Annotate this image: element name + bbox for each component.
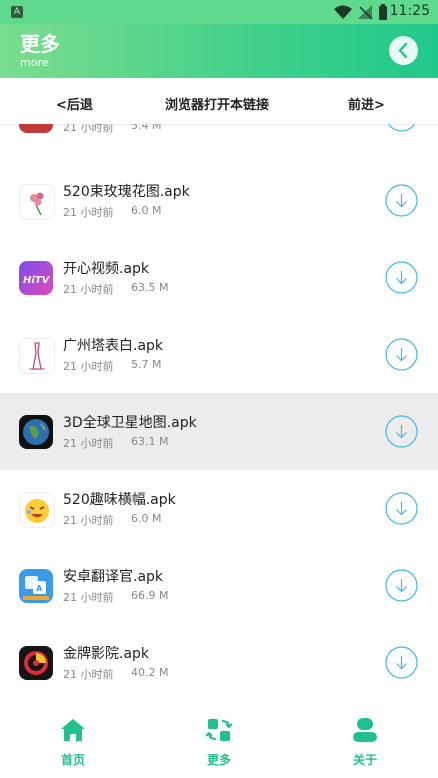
app-header: 更多 more bbox=[0, 24, 438, 78]
file-time: 21 小时前 bbox=[63, 591, 114, 604]
chevron-left-icon bbox=[398, 42, 408, 59]
page-title: 更多 bbox=[20, 32, 60, 56]
file-name: 广州塔表白.apk bbox=[63, 338, 164, 354]
rose-bouquet-icon bbox=[19, 184, 55, 220]
list-item[interactable]: 21 小时前 5.4 M bbox=[0, 124, 438, 154]
file-time: 21 小时前 bbox=[63, 124, 114, 134]
globe-icon bbox=[19, 415, 53, 449]
list-item[interactable]: A 安卓翻译官.apk 21 小时前 66.9 M bbox=[0, 547, 438, 624]
tab-label: 关于 bbox=[352, 753, 377, 767]
browser-nav-bar: <后退 浏览器打开本链接 前进> bbox=[0, 78, 438, 125]
tab-label: 首页 bbox=[60, 753, 85, 767]
file-time: 21 小时前 bbox=[63, 437, 114, 450]
svg-text:HiTV: HiTV bbox=[23, 275, 51, 286]
file-size: 6.0 M bbox=[131, 512, 162, 525]
file-name: 安卓翻译官.apk bbox=[63, 569, 164, 585]
download-icon[interactable] bbox=[385, 569, 418, 602]
tab-about[interactable]: 关于 bbox=[325, 717, 405, 768]
status-bar: A 11:25 bbox=[0, 0, 438, 24]
translator-icon: A bbox=[19, 569, 53, 603]
file-name: 520趣味横幅.apk bbox=[63, 492, 176, 508]
download-icon[interactable] bbox=[385, 338, 418, 371]
list-item[interactable]: 广州塔表白.apk 21 小时前 5.7 M bbox=[0, 316, 438, 393]
file-size: 63.5 M bbox=[131, 281, 169, 294]
notification-icon: A bbox=[11, 6, 23, 18]
file-time: 21 小时前 bbox=[63, 668, 114, 681]
list-item[interactable]: 520束玫瑰花图.apk 21 小时前 6.0 M bbox=[0, 162, 438, 239]
page-subtitle: more bbox=[20, 56, 49, 69]
battery-icon bbox=[379, 4, 387, 20]
file-time: 21 小时前 bbox=[63, 514, 114, 527]
list-item[interactable]: HiTV 开心视频.apk 21 小时前 63.5 M bbox=[0, 239, 438, 316]
open-in-browser-link[interactable]: 浏览器打开本链接 bbox=[165, 94, 269, 113]
signal-icon bbox=[358, 5, 373, 20]
download-icon[interactable] bbox=[385, 261, 418, 294]
download-icon[interactable] bbox=[385, 124, 418, 132]
list-item[interactable]: 3D全球卫星地图.apk 21 小时前 63.1 M bbox=[0, 393, 438, 470]
download-icon[interactable] bbox=[385, 646, 418, 679]
list-item[interactable]: 520趣味横幅.apk 21 小时前 6.0 M bbox=[0, 470, 438, 547]
back-button[interactable] bbox=[389, 36, 418, 65]
more-icon bbox=[206, 719, 232, 741]
hitv-icon: HiTV bbox=[19, 261, 53, 295]
file-size: 5.4 M bbox=[131, 124, 162, 132]
status-time: 11:25 bbox=[389, 3, 430, 19]
nav-back-link[interactable]: <后退 bbox=[56, 94, 93, 113]
user-icon bbox=[353, 718, 377, 742]
file-name: 金牌影院.apk bbox=[63, 646, 150, 662]
wifi-icon bbox=[334, 5, 352, 19]
download-icon[interactable] bbox=[385, 492, 418, 525]
list-item[interactable]: 金牌影院.apk 21 小时前 40.2 M bbox=[0, 624, 438, 701]
home-icon bbox=[61, 719, 85, 741]
download-icon[interactable] bbox=[385, 415, 418, 448]
tab-label: 更多 bbox=[206, 753, 231, 767]
file-size: 40.2 M bbox=[131, 666, 169, 679]
file-list: 21 小时前 5.4 M 520束玫瑰花图.apk 21 小时前 6.0 M H… bbox=[0, 124, 438, 707]
canton-tower-icon bbox=[19, 338, 55, 374]
file-time: 21 小时前 bbox=[63, 283, 114, 296]
file-size: 5.7 M bbox=[131, 358, 162, 371]
file-size: 66.9 M bbox=[131, 589, 169, 602]
bottom-tab-bar: 首页 更多 关于 bbox=[0, 707, 438, 778]
svg-text:A: A bbox=[36, 584, 43, 593]
emoji-icon bbox=[19, 492, 55, 528]
partial-red-app-icon bbox=[19, 124, 53, 133]
nav-forward-link[interactable]: 前进> bbox=[348, 94, 385, 113]
file-time: 21 小时前 bbox=[63, 206, 114, 219]
tab-more[interactable]: 更多 bbox=[179, 717, 259, 768]
download-icon[interactable] bbox=[385, 184, 418, 217]
cinema-icon bbox=[19, 646, 53, 680]
file-name: 开心视频.apk bbox=[63, 261, 150, 277]
file-time: 21 小时前 bbox=[63, 360, 114, 373]
file-size: 6.0 M bbox=[131, 204, 162, 217]
file-name: 520束玫瑰花图.apk bbox=[63, 184, 190, 200]
tab-home[interactable]: 首页 bbox=[33, 717, 113, 768]
file-name: 3D全球卫星地图.apk bbox=[63, 415, 197, 431]
file-size: 63.1 M bbox=[131, 435, 169, 448]
